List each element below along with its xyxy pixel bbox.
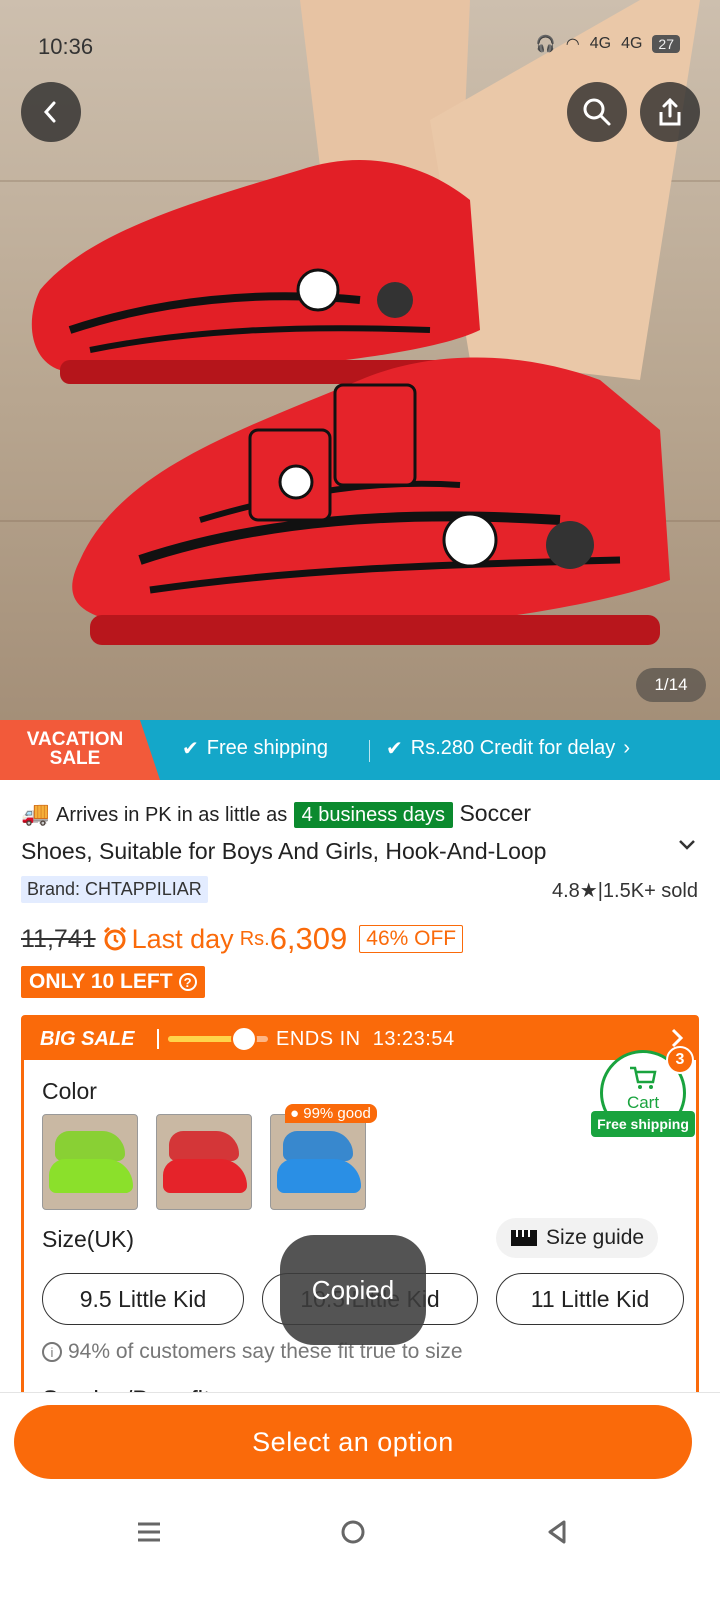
clock-icon xyxy=(231,1026,257,1052)
cart-free-shipping-badge: Free shipping xyxy=(591,1111,695,1137)
expand-title-button[interactable] xyxy=(678,838,696,856)
fit-note-text: 94% of customers say these fit true to s… xyxy=(68,1340,463,1363)
alarm-clock-icon xyxy=(103,926,126,951)
size-label: Size(UK) xyxy=(42,1226,135,1252)
original-price: 11,741 xyxy=(21,924,96,953)
home-nav-icon[interactable] xyxy=(340,1519,366,1545)
ruler-icon xyxy=(511,1230,537,1246)
headphones-icon: 🎧 xyxy=(535,36,556,53)
popularity-label: 99% good xyxy=(303,1105,371,1122)
status-time: 10:36 xyxy=(38,34,94,59)
chevron-left-icon xyxy=(43,101,56,123)
title-text: Shoes, Suitable for Boys And Girls, Hook… xyxy=(21,838,547,864)
brand-tag[interactable]: Brand: CHTAPPILIAR xyxy=(21,876,208,903)
bottom-bar: Select an option xyxy=(0,1392,720,1600)
back-nav-icon[interactable] xyxy=(544,1519,570,1545)
big-sale-label: BIG SALE xyxy=(40,1028,135,1050)
credit-item[interactable]: ✔ Rs.280 Credit for delay › xyxy=(386,736,630,761)
battery-icon: 27 xyxy=(652,35,680,53)
divider xyxy=(369,740,370,762)
star-icon: ★ xyxy=(579,880,598,902)
shoe-thumbnail xyxy=(169,1131,239,1161)
divider xyxy=(157,1029,159,1049)
size-guide-button[interactable]: Size guide xyxy=(496,1218,659,1258)
cart-icon xyxy=(630,1066,657,1089)
arrives-text: Arrives in PK in as little as xyxy=(56,804,288,826)
search-icon xyxy=(583,98,611,126)
last-day-label: Last day xyxy=(131,923,234,954)
copied-toast: Copied xyxy=(280,1235,426,1345)
shoe-thumbnail xyxy=(283,1131,353,1161)
share-button[interactable] xyxy=(640,82,700,142)
vacation-sale-badge: VACATION SALE xyxy=(0,720,160,780)
product-image[interactable]: 10:36 🎧 ◠ 4G 4G 27 1/14 xyxy=(0,0,720,720)
promo-strip[interactable]: VACATION SALE ✔ Free shipping ✔ Rs.280 C… xyxy=(0,720,720,780)
product-title[interactable]: 🚚 Arrives in PK in as little as 4 busine… xyxy=(21,795,671,869)
currency-label: Rs. xyxy=(239,927,270,950)
cart-count-badge: 3 xyxy=(666,1046,694,1074)
badge-line: SALE xyxy=(49,748,101,769)
sold-count: 1.5K+ sold xyxy=(602,880,698,902)
shoe-thumbnail xyxy=(163,1159,247,1193)
big-sale-header[interactable]: BIG SALE ENDS IN 13:23:54 xyxy=(24,1018,696,1060)
price-row: 11,741 Last day Rs. 6,309 46% OFF xyxy=(21,918,464,960)
title-text: Soccer xyxy=(459,800,532,826)
stock-badge[interactable]: ONLY 10 LEFT ? xyxy=(21,966,205,998)
credit-label: Rs.280 Credit for delay xyxy=(410,737,616,759)
network-label: 4G xyxy=(589,35,612,52)
color-label: Color xyxy=(42,1078,97,1104)
select-option-button[interactable]: Select an option xyxy=(14,1405,692,1479)
shoe-thumbnail xyxy=(277,1159,361,1193)
size-option[interactable]: 9.5 Little Kid xyxy=(42,1273,244,1325)
flame-icon: ● xyxy=(290,1105,300,1122)
discount-badge: 46% OFF xyxy=(359,925,464,953)
info-icon: i xyxy=(42,1342,62,1362)
truck-icon: 🚚 xyxy=(21,800,50,826)
status-bar: 10:36 🎧 ◠ 4G 4G 27 xyxy=(0,0,720,90)
search-button[interactable] xyxy=(567,82,627,142)
countdown-timer: 13:23:54 xyxy=(372,1028,455,1050)
rating-value: 4.8 xyxy=(551,880,580,902)
countdown: ENDS IN 13:23:54 xyxy=(276,1028,455,1051)
sale-price: 6,309 xyxy=(269,921,348,956)
shoe-thumbnail xyxy=(49,1159,133,1193)
status-icons: 🎧 ◠ 4G 4G 27 xyxy=(536,34,680,54)
color-swatch-red[interactable] xyxy=(156,1114,252,1210)
image-counter: 1/14 xyxy=(636,668,706,702)
delivery-badge: 4 business days xyxy=(293,802,454,828)
ends-in-label: ENDS IN xyxy=(276,1028,361,1050)
free-shipping-item: ✔ Free shipping xyxy=(182,736,328,761)
popularity-badge: ● 99% good xyxy=(285,1104,377,1123)
stock-label: ONLY 10 LEFT xyxy=(29,970,173,993)
size-option[interactable]: 11 Little Kid xyxy=(496,1273,684,1325)
wifi-icon: ◠ xyxy=(565,36,580,53)
title-fade xyxy=(591,831,671,867)
menu-nav-icon[interactable] xyxy=(136,1519,162,1545)
cart-label: Cart xyxy=(626,1093,660,1112)
back-button[interactable] xyxy=(21,82,81,142)
chevron-down-icon xyxy=(679,840,695,850)
color-swatch-green[interactable] xyxy=(42,1114,138,1210)
sale-progress-bar xyxy=(168,1026,268,1052)
rating-info[interactable]: 4.8★|1.5K+ sold xyxy=(552,878,698,903)
shoe-thumbnail xyxy=(55,1131,125,1161)
color-swatch-blue[interactable] xyxy=(270,1114,366,1210)
help-icon: ? xyxy=(178,973,197,991)
share-icon xyxy=(659,97,681,126)
option-panel: BIG SALE ENDS IN 13:23:54 Color ● 99% go… xyxy=(21,1015,699,1415)
badge-line: VACATION xyxy=(26,729,124,750)
free-shipping-label: Free shipping xyxy=(206,737,328,759)
check-icon: ✔ xyxy=(386,738,403,760)
network-label: 4G xyxy=(621,35,643,52)
chevron-right-icon: › xyxy=(623,737,630,759)
size-guide-label: Size guide xyxy=(546,1226,645,1249)
check-icon: ✔ xyxy=(182,738,199,760)
